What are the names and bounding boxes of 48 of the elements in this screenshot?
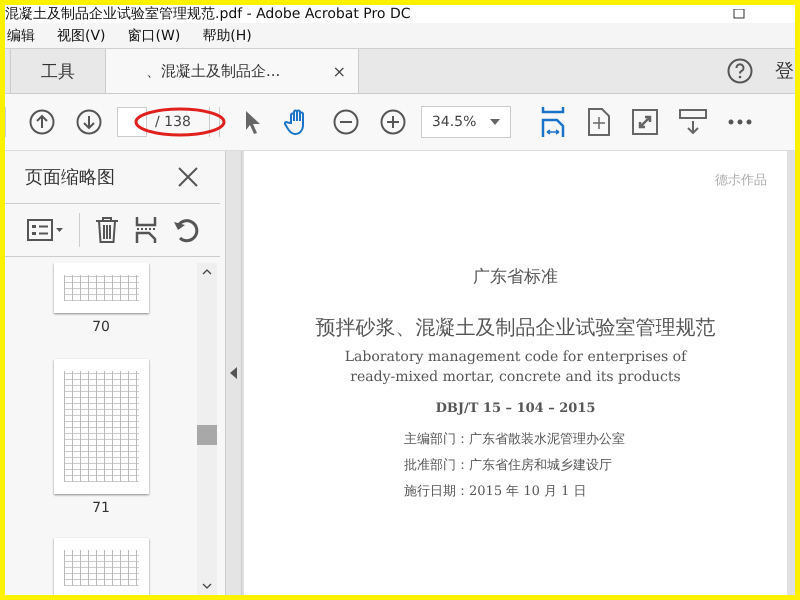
document-code: DBJ/T 15 – 104 – 2015 — [436, 401, 596, 416]
scrollbar[interactable] — [197, 263, 217, 595]
rotate-icon[interactable] — [172, 216, 200, 244]
scroll-thumb[interactable] — [197, 425, 217, 445]
page-label: 70 — [92, 319, 110, 335]
menu-item[interactable]: 帮助(H) — [202, 26, 252, 44]
corner-note: 德尗作品 — [715, 172, 767, 189]
zoom-out-icon[interactable] — [332, 109, 359, 135]
document-info: 主编部门：广东省散装水泥管理办公室 — [404, 431, 625, 448]
previous-page-icon[interactable] — [29, 109, 55, 135]
fit-page-icon[interactable] — [586, 107, 611, 137]
full-screen-icon[interactable] — [632, 109, 658, 135]
sign-in-link[interactable]: 登 — [775, 58, 795, 84]
zoom-dropdown[interactable]: 34.5% — [420, 106, 511, 138]
zoom-in-icon[interactable] — [380, 109, 406, 135]
document-english: Laboratory management code for enterprises of — [344, 349, 686, 365]
close-icon[interactable] — [178, 167, 198, 187]
scroll-up-icon[interactable] — [202, 269, 212, 275]
more-icon[interactable] — [728, 119, 752, 125]
caret-icon — [490, 119, 500, 125]
maximize-icon[interactable] — [733, 9, 745, 19]
insert-page-icon[interactable] — [134, 216, 158, 244]
read-mode-icon[interactable] — [678, 108, 707, 136]
collapse-panel-icon[interactable] — [230, 367, 237, 379]
page-thumbnail[interactable] — [54, 538, 148, 595]
options-menu-icon[interactable] — [27, 219, 65, 241]
document-title: 预拌砂浆、混凝土及制品企业试验室管理规范 — [316, 314, 716, 341]
page-label: 71 — [92, 500, 110, 516]
trash-icon[interactable] — [94, 216, 120, 244]
menu-item[interactable]: 编辑 — [7, 26, 35, 44]
document-heading: 广东省标准 — [473, 266, 558, 288]
page-thumbnail[interactable] — [54, 359, 148, 494]
help-icon[interactable] — [727, 58, 753, 84]
document-info: 施行日期：2015 年 10 月 1 日 — [404, 483, 587, 500]
next-page-icon[interactable] — [76, 109, 102, 135]
document-english: ready-mixed mortar, concrete and its products — [350, 369, 681, 385]
panel-title: 页面缩略图 — [25, 166, 115, 189]
document-info: 批准部门：广东省住房和城乡建设厅 — [404, 457, 612, 474]
window-title: 混凝土及制品企业试验室管理规范.pdf - Adobe Acrobat Pro DC — [5, 6, 411, 22]
page-thumbnail[interactable] — [54, 263, 148, 313]
menu-item[interactable]: 视图(V) — [57, 26, 106, 44]
menu-item[interactable]: 窗口(W) — [128, 26, 180, 44]
page-number-field[interactable] — [117, 107, 147, 137]
scroll-down-icon[interactable] — [202, 583, 212, 589]
close-icon[interactable]: × — [332, 62, 346, 80]
document-tab[interactable]: 、混凝土及制品企... × — [106, 49, 359, 93]
fit-width-icon[interactable] — [540, 107, 566, 137]
page-total: / 138 — [147, 107, 210, 137]
